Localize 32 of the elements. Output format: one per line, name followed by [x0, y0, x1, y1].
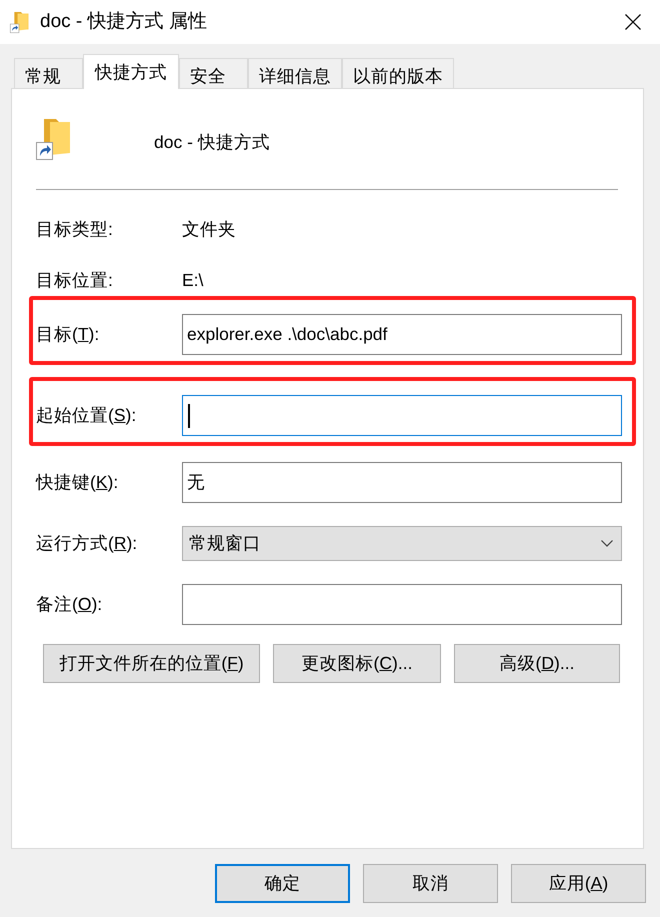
- shortcut-name: doc - 快捷方式: [154, 131, 270, 154]
- tab[interactable]: 以前的版本: [342, 58, 454, 88]
- input-field[interactable]: explorer.exe .\doc\abc.pdf: [182, 314, 622, 355]
- dialog-button[interactable]: 确定: [215, 864, 350, 903]
- chevron-down-icon: [601, 540, 613, 547]
- dialog-button[interactable]: 应用(A): [511, 864, 646, 903]
- input-field[interactable]: 无: [182, 462, 622, 503]
- close-icon: [625, 14, 641, 30]
- text-cursor-icon: [188, 404, 190, 428]
- tab[interactable]: 常规: [14, 58, 83, 88]
- action-button[interactable]: 高级(D)...: [454, 644, 620, 683]
- field-label: 目标(T):: [36, 323, 100, 346]
- field-label: 起始位置(S):: [36, 404, 138, 428]
- info-value: E:\: [182, 268, 204, 292]
- input-field[interactable]: [182, 584, 622, 625]
- tab[interactable]: 详细信息: [248, 58, 342, 88]
- window-title: doc - 快捷方式 属性: [40, 10, 207, 34]
- info-label: 目标类型:: [36, 218, 114, 241]
- tab[interactable]: 安全: [179, 58, 248, 88]
- action-button[interactable]: 更改图标(C)...: [273, 644, 441, 683]
- folder-shortcut-icon: [36, 117, 73, 160]
- dialog-button[interactable]: 取消: [363, 864, 498, 903]
- action-button[interactable]: 打开文件所在的位置(F): [43, 644, 260, 683]
- input-field[interactable]: [182, 395, 622, 436]
- info-label: 目标位置:: [36, 268, 114, 292]
- field-label: 备注(O):: [36, 593, 104, 616]
- field-label: 运行方式(R):: [36, 532, 138, 556]
- tab[interactable]: 快捷方式: [83, 54, 179, 89]
- field-label: 快捷键(K):: [36, 471, 120, 494]
- folder-shortcut-icon: [10, 11, 30, 33]
- dropdown[interactable]: 常规窗口: [182, 526, 622, 561]
- info-value: 文件夹: [182, 218, 236, 241]
